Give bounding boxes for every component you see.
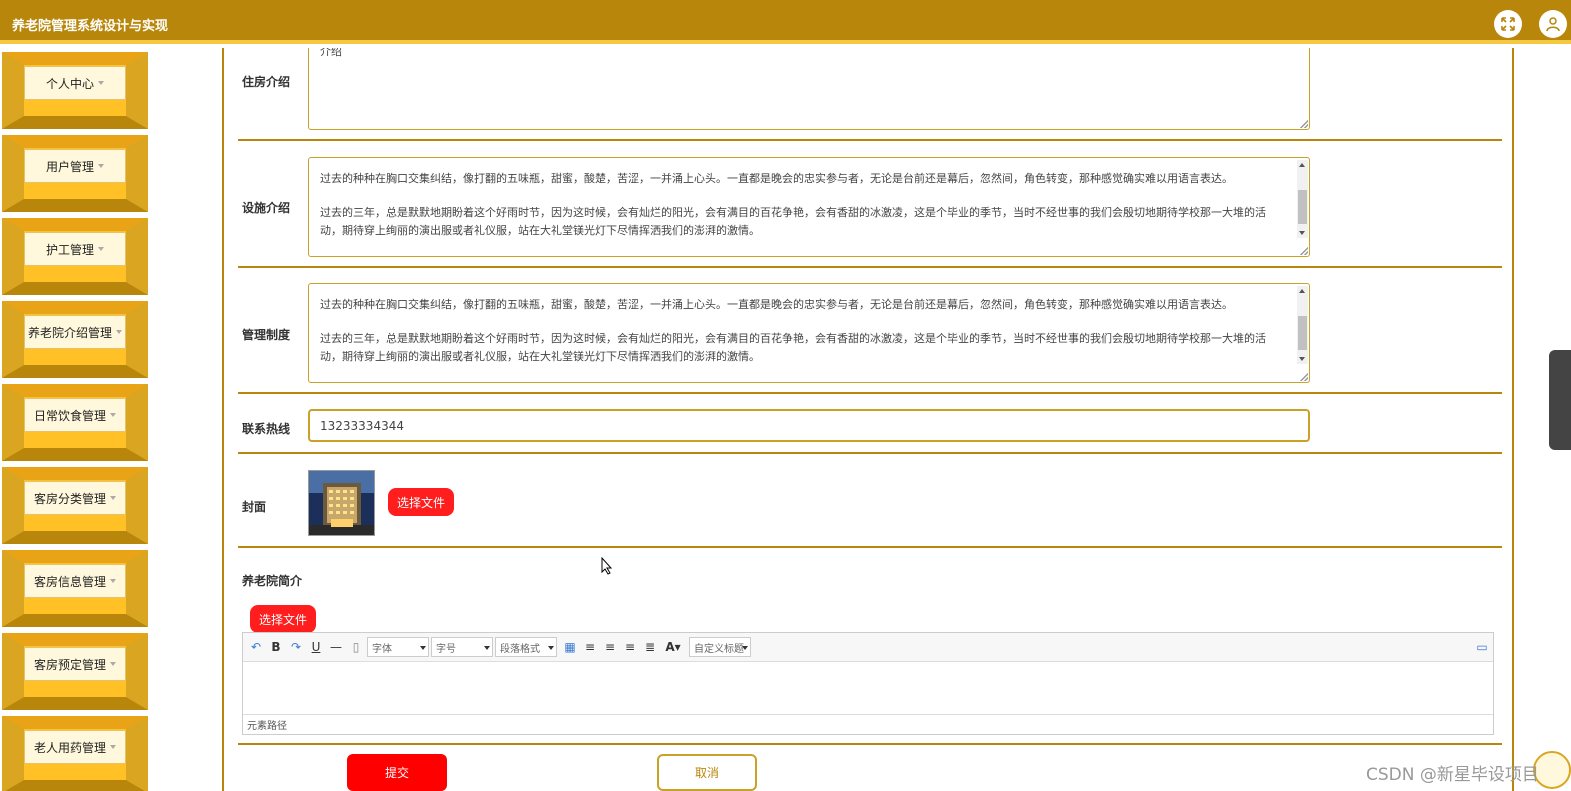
chevron-down-icon: [110, 413, 116, 417]
sidebar-item-label: 客房分类管理: [33, 491, 106, 506]
rich-text-editor: ↶ B ↷ U — ▯ 字体 字号 段落格式 ▦ ≡ ≡ ≡ ≣ A▾ 自定义标…: [242, 632, 1494, 735]
sidebar-item-users[interactable]: 用户管理: [0, 131, 150, 214]
sidebar-item-label: 客房信息管理: [33, 574, 106, 589]
housing-row: 住房介绍 介绍: [238, 48, 1502, 141]
align-right-icon[interactable]: ≡: [603, 639, 617, 655]
editor-content-area[interactable]: [243, 663, 1493, 715]
form-panel: 住房介绍 介绍 设施介绍 过去的种种在胸口交集纠结，像打翻的五味瓶，甜蜜，酸楚，…: [222, 48, 1514, 791]
horizontal-rule-icon[interactable]: —: [329, 639, 343, 655]
sidebar-item-personal-center[interactable]: 个人中心: [0, 48, 150, 131]
facilities-label: 设施介绍: [242, 201, 291, 215]
align-left-icon[interactable]: ≡: [583, 639, 597, 655]
sidebar-item-room-booking[interactable]: 客房预定管理: [0, 629, 150, 712]
table-icon[interactable]: ▦: [563, 639, 577, 655]
sidebar-item-label: 护工管理: [45, 242, 94, 257]
font-family-select[interactable]: 字体: [367, 637, 429, 657]
sidebar-item-label: 老人用药管理: [33, 740, 106, 755]
underline-icon[interactable]: U: [309, 639, 323, 655]
rules-textarea[interactable]: 过去的种种在胸口交集纠结，像打翻的五味瓶，甜蜜，酸楚，苦涩，一并涌上心头。一直都…: [308, 283, 1310, 383]
sidebar-item-medication[interactable]: 老人用药管理: [0, 712, 150, 791]
top-header: 养老院管理系统设计与实现: [0, 0, 1571, 44]
scrollbar[interactable]: [1297, 160, 1308, 238]
sidebar-item-room-info[interactable]: 客房信息管理: [0, 546, 150, 629]
submit-button[interactable]: 提交: [347, 754, 447, 791]
undo-icon[interactable]: ↶: [249, 639, 263, 655]
sidebar: 个人中心 用户管理 护工管理 养老院介绍管理 日常饮食管理 客房分类管理 客房信…: [0, 48, 150, 791]
hotline-row: 联系热线 13233334344: [238, 394, 1502, 454]
sidebar-item-diet[interactable]: 日常饮食管理: [0, 380, 150, 463]
chevron-down-icon: [110, 579, 116, 583]
hotline-input[interactable]: 13233334344: [308, 409, 1310, 442]
paragraph-format-select[interactable]: 段落格式: [495, 637, 557, 657]
cover-upload-button[interactable]: 选择文件: [388, 488, 454, 516]
cover-label: 封面: [242, 500, 267, 514]
font-color-icon[interactable]: A▾: [663, 639, 683, 655]
new-page-icon[interactable]: ▯: [349, 639, 363, 655]
intro-upload-button[interactable]: 选择文件: [250, 605, 316, 633]
resize-handle-icon[interactable]: [1300, 373, 1308, 381]
app-title: 养老院管理系统设计与实现: [12, 19, 169, 34]
cover-image: [308, 470, 375, 536]
housing-textarea[interactable]: 介绍: [308, 48, 1310, 130]
sidebar-item-label: 养老院介绍管理: [27, 325, 112, 340]
watermark: CSDN @新星毕设项目: [1366, 765, 1539, 785]
chevron-down-icon: [98, 81, 104, 85]
resize-handle-icon[interactable]: [1300, 247, 1308, 255]
font-size-select[interactable]: 字号: [431, 637, 493, 657]
chevron-down-icon: [98, 247, 104, 251]
sidebar-item-label: 日常饮食管理: [33, 408, 106, 423]
sidebar-item-intro[interactable]: 养老院介绍管理: [0, 297, 150, 380]
chevron-down-icon: [116, 330, 122, 334]
intro-label: 养老院简介: [242, 574, 303, 588]
sidebar-item-label: 用户管理: [45, 159, 94, 174]
cover-row: 封面 选择文件: [238, 454, 1502, 548]
user-icon[interactable]: [1539, 10, 1567, 38]
redo-icon[interactable]: ↷: [289, 639, 303, 655]
editor-toolbar: ↶ B ↷ U — ▯ 字体 字号 段落格式 ▦ ≡ ≡ ≡ ≣ A▾ 自定义标…: [243, 633, 1493, 662]
rules-label: 管理制度: [242, 328, 291, 342]
mouse-cursor-icon: [601, 556, 613, 579]
rules-row: 管理制度 过去的种种在胸口交集纠结，像打翻的五味瓶，甜蜜，酸楚，苦涩，一并涌上心…: [238, 268, 1502, 394]
chevron-down-icon: [110, 496, 116, 500]
facilities-textarea[interactable]: 过去的种种在胸口交集纠结，像打翻的五味瓶，甜蜜，酸楚，苦涩，一并涌上心头。一直都…: [308, 157, 1310, 257]
sidebar-item-label: 客房预定管理: [33, 657, 106, 672]
chevron-down-icon: [110, 662, 116, 666]
hotline-label: 联系热线: [242, 422, 291, 436]
custom-heading-select[interactable]: 自定义标题: [689, 637, 751, 657]
scrollbar[interactable]: [1297, 286, 1308, 364]
cancel-button[interactable]: 取消: [657, 754, 757, 791]
source-code-icon[interactable]: ▭: [1475, 639, 1489, 655]
sidebar-item-caregivers[interactable]: 护工管理: [0, 214, 150, 297]
facilities-row: 设施介绍 过去的种种在胸口交集纠结，像打翻的五味瓶，甜蜜，酸楚，苦涩，一并涌上心…: [238, 141, 1502, 268]
chevron-down-icon: [98, 164, 104, 168]
housing-label: 住房介绍: [242, 75, 291, 89]
align-center-icon[interactable]: ≡: [623, 639, 637, 655]
divider: [238, 743, 1502, 745]
chevron-down-icon: [110, 745, 116, 749]
resize-handle-icon[interactable]: [1300, 120, 1308, 128]
sidebar-item-room-category[interactable]: 客房分类管理: [0, 463, 150, 546]
expand-icon[interactable]: [1494, 10, 1522, 38]
editor-element-path: 元素路径: [243, 714, 1493, 734]
align-justify-icon[interactable]: ≣: [643, 639, 657, 655]
bold-icon[interactable]: B: [269, 639, 283, 655]
sidebar-item-label: 个人中心: [45, 76, 94, 91]
side-float-tab[interactable]: [1549, 350, 1571, 450]
